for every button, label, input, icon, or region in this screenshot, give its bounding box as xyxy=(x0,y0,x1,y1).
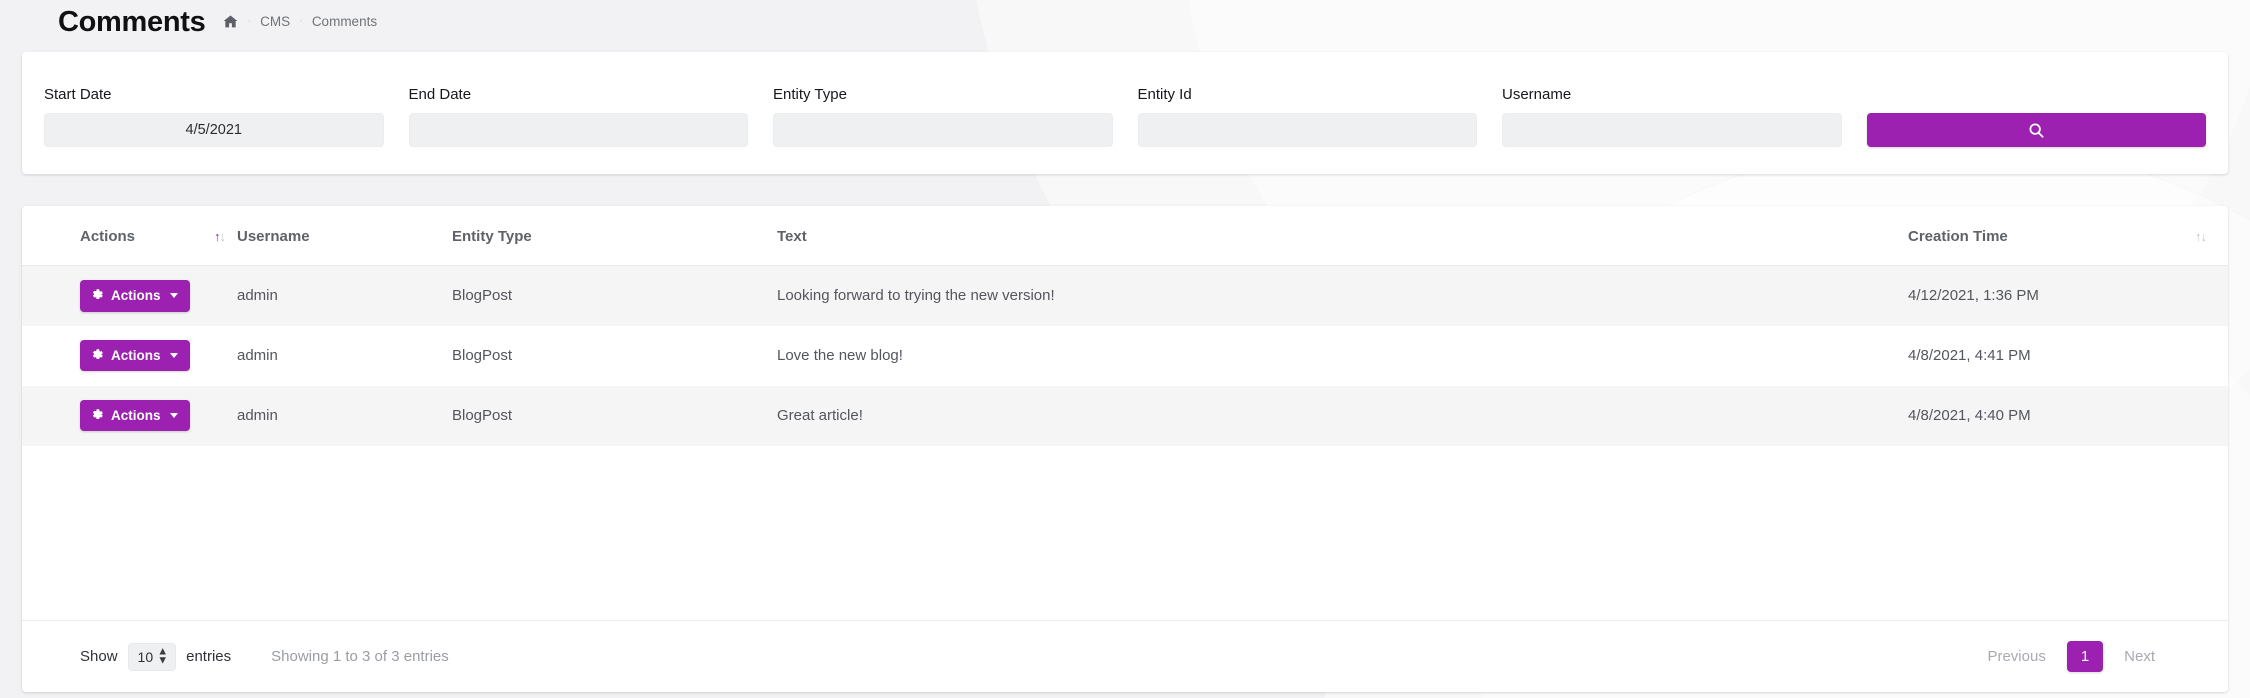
column-label-text: Text xyxy=(777,228,807,245)
page-root: Comments · CMS · Comments Start Date End… xyxy=(0,0,2250,698)
cell-text: Looking forward to trying the new versio… xyxy=(777,265,1908,326)
column-header-text[interactable]: Text xyxy=(777,206,1908,266)
pagination-next[interactable]: Next xyxy=(2109,641,2170,672)
comments-table: Actions ↑↓ Username Entity Type Text Cre… xyxy=(22,206,2228,446)
field-username: Username xyxy=(1502,86,1842,147)
page-title: Comments xyxy=(58,6,206,38)
breadcrumb-item-comments[interactable]: Comments xyxy=(312,14,377,29)
field-entity-id: Entity Id xyxy=(1137,86,1477,147)
cell-username: admin xyxy=(237,325,452,386)
chevron-down-icon xyxy=(169,413,178,418)
cell-creation-time: 4/8/2021, 4:41 PM xyxy=(1908,325,2228,386)
breadcrumb-separator: · xyxy=(299,15,303,27)
cell-actions: Actions xyxy=(22,385,237,446)
gear-icon xyxy=(91,348,104,364)
row-actions-button[interactable]: Actions xyxy=(80,280,190,312)
chevron-down-icon xyxy=(169,293,178,299)
pagination-page-1[interactable]: 1 xyxy=(2066,641,2104,672)
filter-row: Start Date End Date Entity Type Entity I… xyxy=(44,86,2206,174)
entries-per-page-value: 10 xyxy=(137,648,154,665)
cell-actions: Actions xyxy=(22,325,237,386)
stepper-icon: ▲ ▼ xyxy=(157,645,169,667)
chevron-down-icon xyxy=(169,353,178,358)
username-input[interactable] xyxy=(1502,113,1842,147)
column-label-username: Username xyxy=(237,228,310,245)
pagination-previous[interactable]: Previous xyxy=(1972,641,2060,672)
row-actions-label: Actions xyxy=(111,288,161,303)
entity-id-label: Entity Id xyxy=(1137,86,1192,103)
entries-per-page-select[interactable]: 10 ▲ ▼ xyxy=(127,642,177,671)
table-row: Actions admin BlogPost Love the new blog… xyxy=(22,325,2228,386)
entity-id-input[interactable] xyxy=(1137,113,1477,147)
column-header-entity-type[interactable]: Entity Type xyxy=(452,206,777,266)
cell-entity-type: BlogPost xyxy=(452,265,777,326)
page-length-control: Show 10 ▲ ▼ entries Showing 1 to 3 of 3 e… xyxy=(80,642,449,671)
entity-type-input[interactable] xyxy=(773,113,1113,147)
column-label-entity-type: Entity Type xyxy=(452,228,532,245)
sort-icon-actions[interactable]: ↑↓ xyxy=(214,230,226,243)
entries-label: entries xyxy=(186,648,232,665)
cell-entity-type: BlogPost xyxy=(452,325,777,386)
cell-actions: Actions xyxy=(22,265,237,326)
table-row: Actions admin BlogPost Looking forward t… xyxy=(22,265,2228,326)
table-row: Actions admin BlogPost Great article! 4/… xyxy=(22,385,2228,446)
row-actions-button[interactable]: Actions xyxy=(80,339,190,372)
row-actions-label: Actions xyxy=(111,347,161,363)
search-icon xyxy=(2028,122,2045,139)
end-date-input[interactable] xyxy=(408,113,748,147)
table-body: Actions admin BlogPost Looking forward t… xyxy=(22,265,2228,446)
gear-icon xyxy=(91,288,104,304)
column-header-username[interactable]: Username xyxy=(237,206,452,266)
column-label-creation-time: Creation Time xyxy=(1908,228,2008,245)
table-footer: Show 10 ▲ ▼ entries Showing 1 to 3 of 3 e… xyxy=(22,620,2228,692)
field-end-date: End Date xyxy=(408,86,748,147)
column-header-creation-time[interactable]: Creation Time ↑↓ xyxy=(1908,206,2228,266)
comments-table-card: Actions ↑↓ Username Entity Type Text Cre… xyxy=(22,206,2228,692)
field-start-date: Start Date xyxy=(44,86,384,147)
cell-username: admin xyxy=(237,265,452,326)
show-label: Show xyxy=(80,648,118,665)
breadcrumb-separator: · xyxy=(247,15,252,27)
entity-type-label: Entity Type xyxy=(773,86,847,103)
pagination: Previous 1 Next xyxy=(1972,641,2170,672)
field-entity-type: Entity Type xyxy=(773,86,1113,147)
cell-entity-type: BlogPost xyxy=(452,385,777,446)
cell-creation-time: 4/12/2021, 1:36 PM xyxy=(1908,265,2228,326)
cell-text: Love the new blog! xyxy=(777,325,1908,386)
search-button[interactable] xyxy=(1866,113,2206,147)
column-header-actions[interactable]: Actions ↑↓ xyxy=(22,206,237,266)
cell-text: Great article! xyxy=(777,385,1908,446)
table-empty-space xyxy=(22,445,2228,620)
breadcrumb: · CMS · Comments xyxy=(223,14,377,29)
table-header-row: Actions ↑↓ Username Entity Type Text Cre… xyxy=(22,206,2228,266)
column-label-actions: Actions xyxy=(80,228,136,245)
row-actions-button[interactable]: Actions xyxy=(80,399,190,432)
filter-card: Start Date End Date Entity Type Entity I… xyxy=(22,52,2228,174)
table-header: Actions ↑↓ Username Entity Type Text Cre… xyxy=(22,206,2228,266)
field-search xyxy=(1866,113,2206,147)
breadcrumb-item-cms[interactable]: CMS xyxy=(260,14,290,29)
username-label: Username xyxy=(1502,86,1572,103)
start-date-input[interactable] xyxy=(44,113,384,147)
home-icon[interactable] xyxy=(223,14,238,29)
cell-username: admin xyxy=(237,385,452,446)
cell-creation-time: 4/8/2021, 4:40 PM xyxy=(1908,385,2228,446)
start-date-label: Start Date xyxy=(44,86,112,103)
row-actions-label: Actions xyxy=(111,407,161,423)
end-date-label: End Date xyxy=(408,86,472,103)
gear-icon xyxy=(91,408,104,424)
showing-entries-text: Showing 1 to 3 of 3 entries xyxy=(271,648,449,665)
page-header: Comments · CMS · Comments xyxy=(0,0,2250,52)
sort-icon-creation-time[interactable]: ↑↓ xyxy=(2195,230,2207,243)
